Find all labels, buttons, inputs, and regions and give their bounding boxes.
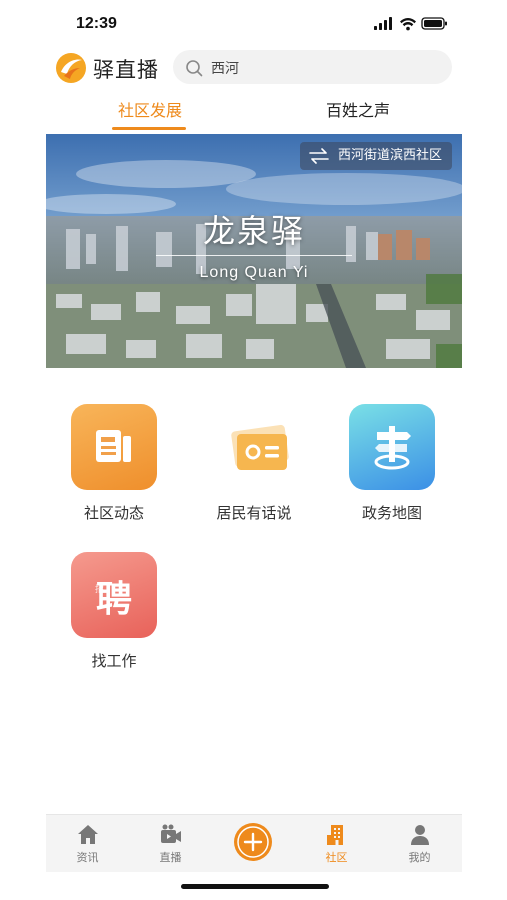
service-resident-voice[interactable]: 居民有话说	[189, 404, 319, 523]
banner-subtitle: Long Quan Yi	[199, 264, 309, 281]
service-label: 政务地图	[361, 504, 422, 522]
status-bar: 12:39	[0, 0, 507, 44]
status-time: 12:39	[76, 15, 117, 32]
nav-create[interactable]	[212, 815, 295, 873]
plus-icon	[234, 823, 272, 861]
service-label: 社区动态	[83, 504, 144, 522]
nav-news[interactable]: 资讯	[46, 815, 129, 873]
logo-icon	[56, 53, 86, 83]
tab-label: 社区发展	[117, 101, 182, 120]
cellular-signal-icon	[374, 17, 392, 30]
person-icon	[410, 825, 429, 845]
search-icon	[186, 60, 203, 77]
building-icon	[326, 825, 343, 845]
banner-divider	[156, 255, 352, 256]
video-icon	[160, 824, 181, 843]
service-community-news[interactable]: 社区动态	[49, 404, 179, 523]
swap-icon	[309, 148, 329, 164]
nav-label: 社区	[325, 851, 348, 864]
app-header: 驿直播 西河	[0, 46, 507, 90]
hire-glyph-small: 招	[95, 585, 105, 595]
status-icons	[374, 17, 447, 31]
tab-bar: 社区发展 百姓之声	[46, 96, 462, 132]
wifi-icon	[400, 18, 416, 31]
home-indicator	[181, 884, 329, 889]
location-name: 西河街道滨西社区	[337, 148, 442, 163]
nav-label: 直播	[159, 851, 182, 864]
nav-label: 我的	[408, 851, 431, 864]
signpost-icon	[349, 404, 435, 490]
nav-label: 资讯	[76, 851, 99, 864]
tab-public-voice[interactable]: 百姓之声	[254, 96, 462, 132]
nav-profile[interactable]: 我的	[378, 815, 461, 873]
tab-label: 百姓之声	[325, 101, 390, 120]
battery-icon	[421, 17, 447, 30]
banner[interactable]: 西河街道滨西社区 龙泉驿 Long Quan Yi	[46, 134, 462, 368]
hire-icon: 聘 招	[71, 552, 157, 638]
nav-live[interactable]: 直播	[129, 815, 212, 873]
bottom-nav: 资讯 直播 社区 我的	[46, 814, 462, 872]
hire-glyph: 聘	[95, 579, 132, 620]
search-value: 西河	[211, 61, 239, 77]
tab-active-indicator	[112, 127, 186, 130]
location-switch-button[interactable]: 西河街道滨西社区	[299, 142, 452, 170]
home-icon	[77, 825, 98, 844]
banner-title: 龙泉驿	[202, 212, 305, 250]
service-find-job[interactable]: 聘 招 找工作	[49, 552, 179, 671]
service-government-map[interactable]: 政务地图	[327, 404, 457, 523]
news-icon	[71, 404, 157, 490]
nav-community[interactable]: 社区	[295, 815, 378, 873]
app-name: 驿直播	[93, 58, 159, 82]
search-input[interactable]: 西河	[173, 50, 452, 84]
service-label: 居民有话说	[216, 504, 292, 522]
service-label: 找工作	[91, 652, 137, 670]
radio-icon	[211, 404, 297, 490]
tab-community-development[interactable]: 社区发展	[46, 96, 254, 132]
